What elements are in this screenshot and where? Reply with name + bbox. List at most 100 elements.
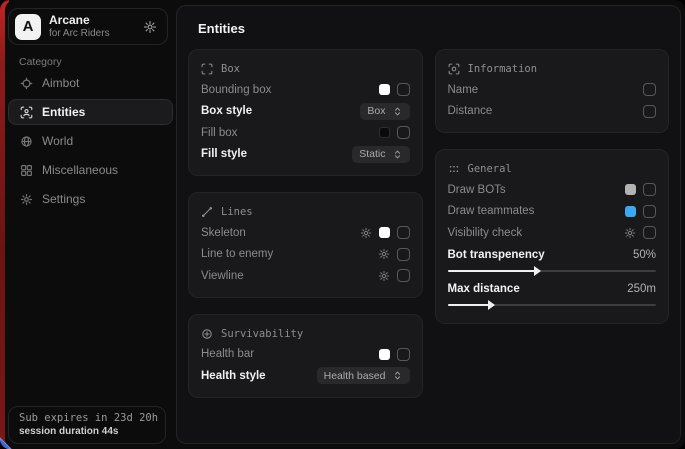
box-style-dropdown[interactable]: Box bbox=[360, 103, 409, 120]
row-fill-box: Fill box bbox=[201, 122, 410, 144]
health-style-dropdown[interactable]: Health based bbox=[317, 367, 410, 384]
row-controls bbox=[643, 83, 656, 96]
row-controls: Box bbox=[360, 103, 409, 120]
chevron-updown-icon bbox=[392, 149, 403, 160]
row-label: Distance bbox=[448, 105, 493, 117]
row-controls bbox=[643, 105, 656, 118]
sidebar-item-label: World bbox=[42, 134, 73, 148]
sidebar-item-aimbot[interactable]: Aimbot bbox=[8, 70, 173, 96]
gear-icon[interactable] bbox=[143, 20, 157, 34]
panel-box: BoxBounding boxBox styleBoxFill boxFill … bbox=[188, 49, 423, 176]
health-bar-color-swatch[interactable] bbox=[379, 349, 390, 360]
fill-box-checkbox[interactable] bbox=[397, 126, 410, 139]
slider-label: Bot transpenency bbox=[448, 249, 545, 261]
grid-icon bbox=[20, 164, 33, 177]
slider-fill bbox=[448, 304, 490, 306]
sidebar-item-label: Aimbot bbox=[42, 76, 79, 90]
skeleton-color-swatch[interactable] bbox=[379, 227, 390, 238]
slider-group-max-distance: Max distance250m bbox=[448, 279, 657, 306]
page-title: Entities bbox=[198, 21, 670, 36]
panel-header-general: General bbox=[448, 159, 657, 179]
slider-label-row: Max distance250m bbox=[448, 279, 657, 299]
sidebar-item-settings[interactable]: Settings bbox=[8, 186, 173, 212]
health-bar-checkbox[interactable] bbox=[397, 348, 410, 361]
gear-icon[interactable] bbox=[624, 227, 636, 239]
visibility-check-checkbox[interactable] bbox=[643, 226, 656, 239]
row-name: Name bbox=[448, 79, 657, 101]
row-controls bbox=[625, 183, 656, 196]
row-visibility-check: Visibility check bbox=[448, 222, 657, 244]
panel-header-box: Box bbox=[201, 59, 410, 79]
draw-teammates-checkbox[interactable] bbox=[643, 205, 656, 218]
app-surface: A Arcane for Arc Riders Category AimbotE… bbox=[5, 0, 685, 449]
row-label: Health bar bbox=[201, 348, 254, 360]
information-icon bbox=[448, 63, 460, 75]
row-label: Draw BOTs bbox=[448, 184, 506, 196]
slider-fill bbox=[448, 270, 536, 272]
general-icon bbox=[448, 163, 460, 175]
draw-bots-checkbox[interactable] bbox=[643, 183, 656, 196]
panel-title: Box bbox=[221, 63, 240, 75]
bot-transpenency-slider[interactable] bbox=[448, 270, 657, 272]
row-controls bbox=[379, 83, 410, 96]
row-skeleton: Skeleton bbox=[201, 222, 410, 244]
row-box-style: Box style Box bbox=[201, 101, 410, 123]
row-label: Viewline bbox=[201, 270, 244, 282]
line-to-enemy-checkbox[interactable] bbox=[397, 248, 410, 261]
panel-columns: BoxBounding boxBox styleBoxFill boxFill … bbox=[187, 49, 670, 398]
panel-information: Information Name Distance bbox=[435, 49, 670, 133]
app-subtitle: for Arc Riders bbox=[49, 28, 110, 40]
panel-title: Information bbox=[468, 63, 538, 75]
slider-handle[interactable] bbox=[488, 300, 495, 310]
row-label: Line to enemy bbox=[201, 248, 273, 260]
gear-icon[interactable] bbox=[360, 227, 372, 239]
slider-label: Max distance bbox=[448, 283, 520, 295]
gear-icon[interactable] bbox=[378, 248, 390, 260]
skeleton-checkbox[interactable] bbox=[397, 226, 410, 239]
row-health-bar: Health bar bbox=[201, 344, 410, 366]
panel-general: GeneralDraw BOTsDraw teammatesVisibility… bbox=[435, 149, 670, 324]
row-label: Box style bbox=[201, 105, 252, 117]
bounding-box-checkbox[interactable] bbox=[397, 83, 410, 96]
dropdown-value: Box bbox=[367, 105, 385, 117]
panel-survivability: SurvivabilityHealth barHealth styleHealt… bbox=[188, 314, 423, 398]
bounding-box-color-swatch[interactable] bbox=[379, 84, 390, 95]
sidebar-item-label: Entities bbox=[42, 105, 85, 119]
max-distance-slider[interactable] bbox=[448, 304, 657, 306]
row-distance: Distance bbox=[448, 101, 657, 123]
row-controls bbox=[379, 126, 410, 139]
row-controls: Health based bbox=[317, 367, 410, 384]
gear-icon[interactable] bbox=[378, 270, 390, 282]
fill-style-dropdown[interactable]: Static bbox=[352, 146, 409, 163]
slider-group-bot-transpenency: Bot transpenency 50% bbox=[448, 245, 657, 272]
fill-box-color-swatch[interactable] bbox=[379, 127, 390, 138]
bounding-box-icon bbox=[201, 63, 213, 75]
gear-icon bbox=[20, 193, 33, 206]
panel-column-2: Information Name Distance General Draw BOTs D… bbox=[435, 49, 670, 324]
name-checkbox[interactable] bbox=[643, 83, 656, 96]
sidebar: A Arcane for Arc Riders Category AimbotE… bbox=[5, 0, 176, 449]
sub-expiry-text: Sub expires in 23d 20h bbox=[19, 412, 155, 424]
draw-bots-color-swatch[interactable] bbox=[625, 184, 636, 195]
panel-header-survivability: Survivability bbox=[201, 324, 410, 344]
subscription-footer-card: Sub expires in 23d 20h session duration … bbox=[8, 406, 166, 444]
app-window: A Arcane for Arc Riders Category AimbotE… bbox=[0, 0, 685, 449]
slider-value: 50% bbox=[633, 249, 656, 261]
sidebar-item-entities[interactable]: Entities bbox=[8, 99, 173, 125]
panel-title: General bbox=[468, 163, 512, 175]
row-label: Visibility check bbox=[448, 227, 523, 239]
row-label: Bounding box bbox=[201, 84, 271, 96]
sidebar-item-world[interactable]: World bbox=[8, 128, 173, 154]
viewline-checkbox[interactable] bbox=[397, 269, 410, 282]
distance-checkbox[interactable] bbox=[643, 105, 656, 118]
sidebar-nav: Aimbot Entities World Miscellaneous Settings bbox=[8, 70, 173, 212]
panel-title: Lines bbox=[221, 206, 253, 218]
main-content: Entities Box Bounding box Box style Box Fill… bbox=[176, 5, 681, 444]
sidebar-item-label: Settings bbox=[42, 192, 85, 206]
sidebar-item-miscellaneous[interactable]: Miscellaneous bbox=[8, 157, 173, 183]
row-label: Name bbox=[448, 84, 479, 96]
row-controls bbox=[360, 226, 410, 239]
slider-handle[interactable] bbox=[534, 266, 541, 276]
row-controls bbox=[378, 248, 410, 261]
draw-teammates-color-swatch[interactable] bbox=[625, 206, 636, 217]
